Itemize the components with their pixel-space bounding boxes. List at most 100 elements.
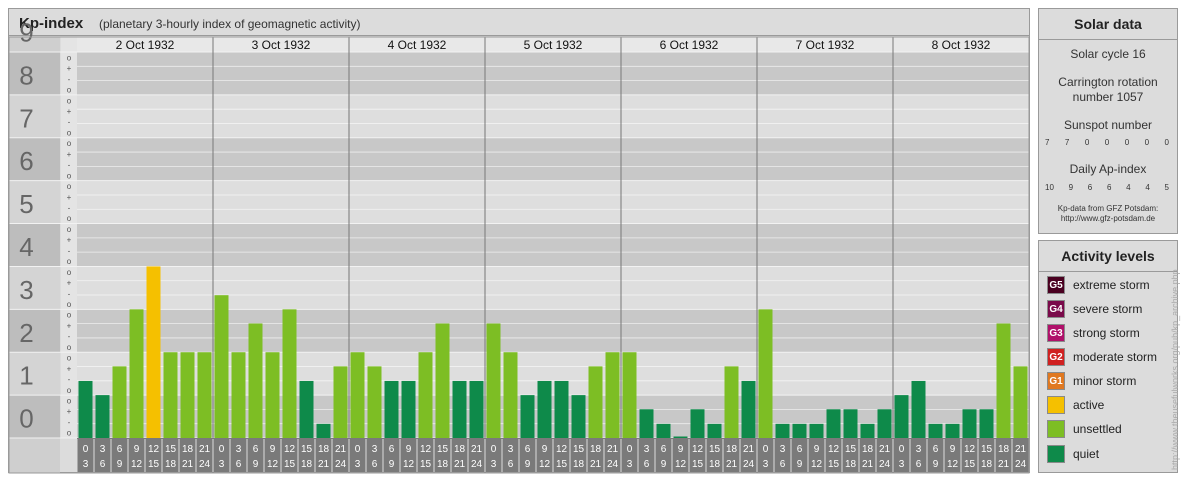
legend-swatch: G1 [1047,372,1065,390]
hour-end-label: 9 [933,459,939,470]
hour-end-label: 15 [420,459,432,470]
hour-end-label: 15 [284,459,296,470]
hour-start-label: 9 [406,444,412,455]
hour-end-label: 18 [845,459,857,470]
hour-start-label: 18 [726,444,738,455]
hour-end-label: 24 [1015,459,1027,470]
sunspot-values: 7 7 0 0 0 0 0 [1045,138,1169,147]
kp-bar [605,352,620,438]
kp-bar [401,380,416,438]
hour-end-label: 9 [253,459,259,470]
y-band [77,94,1029,138]
y-minor-mark: + [67,236,72,245]
hour-start-label: 9 [134,444,140,455]
hour-start-label: 15 [981,444,993,455]
legend-swatch [1047,396,1065,414]
y-minor-mark: - [68,246,71,255]
hour-start-label: 6 [389,444,395,455]
legend-label: quiet [1073,447,1100,461]
legend-swatch [1047,445,1065,463]
sunspot-value: 7 [1064,138,1070,147]
hour-end-label: 21 [862,459,874,470]
hour-end-label: 21 [726,459,738,470]
hour-start-label: 3 [916,444,922,455]
hour-end-label: 6 [372,459,378,470]
hour-end-label: 18 [165,459,177,470]
kp-bar [588,366,603,438]
y-minor-mark: + [67,193,72,202]
hour-end-label: 21 [998,459,1010,470]
hour-start-label: 15 [437,444,449,455]
hour-end-label: 18 [301,459,313,470]
kp-bar [95,395,110,438]
kp-bar [826,409,841,438]
hour-start-label: 6 [661,444,667,455]
kp-bar [163,352,178,438]
sunspot-value: 0 [1104,138,1110,147]
day-label: 5 Oct 1932 [524,38,583,52]
hour-end-label: 21 [590,459,602,470]
hour-end-label: 15 [828,459,840,470]
hour-end-label: 6 [780,459,786,470]
hour-end-label: 18 [709,459,721,470]
legend-title: Activity levels [1061,248,1155,264]
y-band-label [9,180,60,224]
y-tick-label: 6 [19,146,33,176]
carrington-line2: number 1057 [1072,90,1144,104]
source-link[interactable]: http://www.gfz-potsdam.de [1039,214,1177,224]
legend-item-moderate-storm: G2 moderate storm [1047,347,1157,367]
legend-item-active: active [1047,395,1104,415]
legend-swatch: G5 [1047,276,1065,294]
y-minor-mark: o [67,257,72,266]
kp-bar [469,380,484,438]
hour-end-label: 12 [675,459,687,470]
sunspot-value: 0 [1144,138,1150,147]
hour-end-label: 18 [573,459,585,470]
y-band-label [9,137,60,181]
kp-bar [231,352,246,438]
y-tick-label: 9 [19,18,33,48]
hour-start-label: 3 [236,444,242,455]
kp-bar [622,352,637,438]
hour-start-label: 9 [270,444,276,455]
hour-end-label: 24 [335,459,347,470]
y-minor-mark: o [67,429,72,438]
hour-start-label: 0 [763,444,769,455]
legend-label: extreme storm [1073,278,1150,292]
y-band [77,137,1029,181]
sunspot-title: Sunspot number [1063,118,1153,132]
hour-end-label: 9 [661,459,667,470]
source-line1: Kp-data from GFZ Potsdam: [1057,204,1159,213]
y-band [77,180,1029,224]
ap-values: 10 9 6 6 4 4 5 [1045,183,1169,192]
hour-end-label: 9 [797,459,803,470]
hour-end-label: 15 [964,459,976,470]
kp-bar [656,423,671,438]
kp-bar [877,409,892,438]
y-minor-mark: o [67,268,72,277]
day-label: 6 Oct 1932 [660,38,719,52]
legend-swatch: G4 [1047,300,1065,318]
hour-end-label: 18 [981,459,993,470]
hour-start-label: 12 [692,444,704,455]
hour-start-label: 6 [933,444,939,455]
y-minor-mark: o [67,128,72,137]
y-tick-label: 8 [19,60,33,90]
kp-bar [418,352,433,438]
y-minor-mark: o [67,214,72,223]
ap-value: 10 [1045,183,1054,192]
y-minor-mark: o [67,96,72,105]
hour-end-label: 12 [403,459,415,470]
solar-cycle: Solar cycle 16 [1070,47,1146,61]
day-label: 4 Oct 1932 [388,38,447,52]
hour-start-label: 21 [1015,444,1027,455]
hour-end-label: 3 [219,459,225,470]
kp-bar [554,380,569,438]
kp-bar [248,323,263,438]
carrington-line1: Carrington rotation [1058,75,1158,89]
solar-divider [1039,39,1177,40]
y-tick-label: 7 [19,103,33,133]
y-minor-mark: o [67,139,72,148]
hour-end-label: 12 [131,459,143,470]
hour-end-label: 9 [117,459,123,470]
